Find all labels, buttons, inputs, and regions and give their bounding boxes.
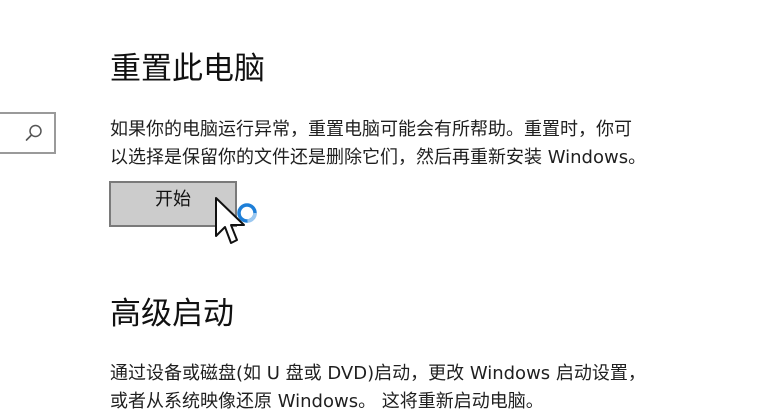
search-box[interactable]: [0, 112, 56, 154]
advanced-startup-title: 高级启动: [110, 296, 234, 332]
reset-pc-description-line-1: 如果你的电脑运行异常，重置电脑可能会有所帮助。重置时，你可: [110, 119, 632, 140]
settings-recovery-page: 重置此电脑 如果你的电脑运行异常，重置电脑可能会有所帮助。重置时，你可 以选择是…: [0, 0, 764, 413]
reset-pc-description: 如果你的电脑运行异常，重置电脑可能会有所帮助。重置时，你可 以选择是保留你的文件…: [110, 116, 750, 172]
reset-pc-title: 重置此电脑: [110, 51, 265, 87]
search-icon: [25, 124, 42, 141]
advanced-startup-description-line-2: 或者从系统映像还原 Windows。 这将重新启动电脑。: [110, 391, 544, 412]
mouse-cursor-icon: [215, 197, 245, 244]
reset-pc-description-line-2: 以选择是保留你的文件还是删除它们，然后再重新安装 Windows。: [110, 147, 647, 168]
advanced-startup-description: 通过设备或磁盘(如 U 盘或 DVD)启动，更改 Windows 启动设置， 或…: [110, 360, 750, 413]
advanced-startup-description-line-1: 通过设备或磁盘(如 U 盘或 DVD)启动，更改 Windows 启动设置，: [110, 363, 646, 384]
